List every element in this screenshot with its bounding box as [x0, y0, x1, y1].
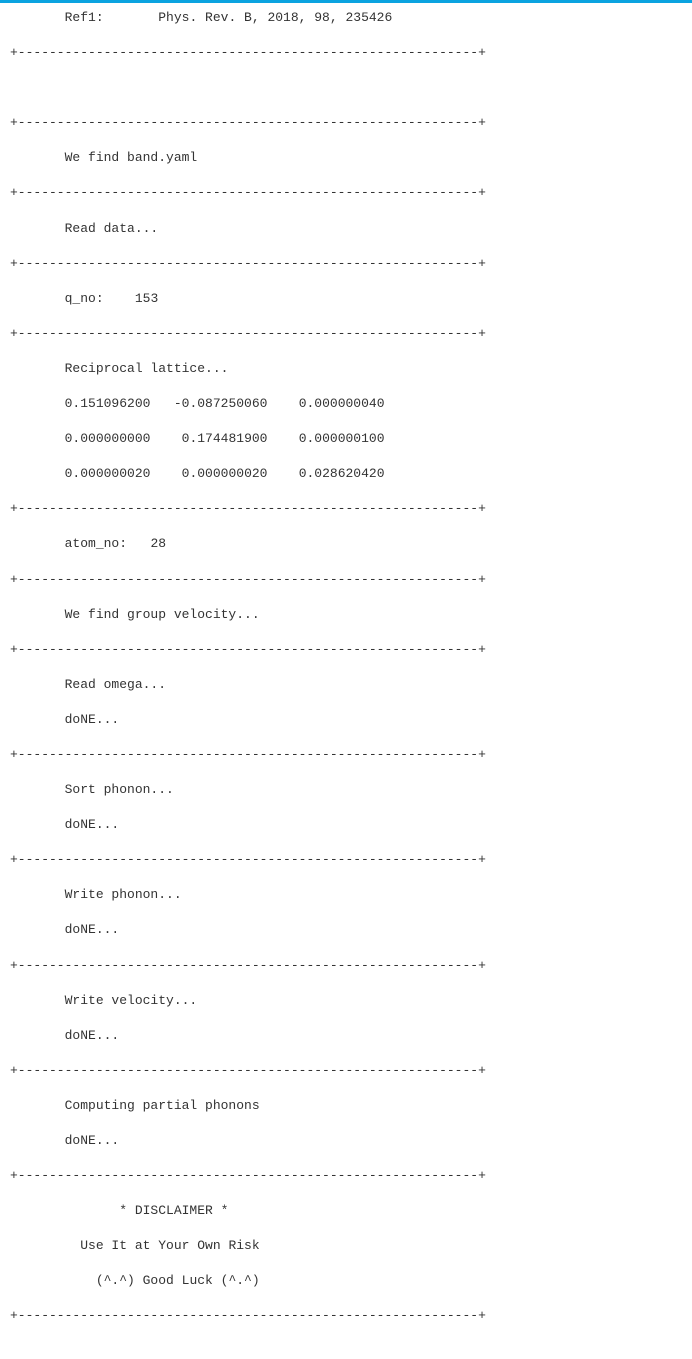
find-band-line: We find band.yaml — [10, 149, 682, 167]
write-velocity-line: Write velocity... — [10, 992, 682, 1010]
done-line: doNE... — [10, 1132, 682, 1150]
ref-label: Ref1: — [65, 10, 104, 25]
sort-phonon-line: Sort phonon... — [10, 781, 682, 799]
recip-row-1: 0.000000000 0.174481900 0.000000100 — [10, 430, 682, 448]
divider: +---------------------------------------… — [10, 44, 682, 62]
divider: +---------------------------------------… — [10, 1307, 682, 1325]
done-line: doNE... — [10, 711, 682, 729]
divider: +---------------------------------------… — [10, 1167, 682, 1185]
disclaimer-line-1: Use It at Your Own Risk — [10, 1237, 682, 1255]
done-line: doNE... — [10, 1027, 682, 1045]
divider: +---------------------------------------… — [10, 641, 682, 659]
divider: +---------------------------------------… — [10, 571, 682, 589]
ref-line: Ref1: Phys. Rev. B, 2018, 98, 235426 — [10, 9, 682, 27]
done-line: doNE... — [10, 921, 682, 939]
divider: +---------------------------------------… — [10, 500, 682, 518]
divider: +---------------------------------------… — [10, 325, 682, 343]
ref-citation: Phys. Rev. B, 2018, 98, 235426 — [158, 10, 392, 25]
atom-no-line: atom_no: 28 — [10, 535, 682, 553]
compute-partial-line: Computing partial phonons — [10, 1097, 682, 1115]
divider: +---------------------------------------… — [10, 1062, 682, 1080]
blank — [10, 79, 682, 97]
recip-title-line: Reciprocal lattice... — [10, 360, 682, 378]
group-vel-line: We find group velocity... — [10, 606, 682, 624]
write-phonon-line: Write phonon... — [10, 886, 682, 904]
disclaimer-title-line: * DISCLAIMER * — [10, 1202, 682, 1220]
terminal-output: Ref1: Phys. Rev. B, 2018, 98, 235426 +--… — [0, 3, 692, 1359]
read-data-line: Read data... — [10, 220, 682, 238]
recip-row-0: 0.151096200 -0.087250060 0.000000040 — [10, 395, 682, 413]
divider: +---------------------------------------… — [10, 957, 682, 975]
q-no-line: q_no: 153 — [10, 290, 682, 308]
divider: +---------------------------------------… — [10, 114, 682, 132]
read-omega-line: Read omega... — [10, 676, 682, 694]
divider: +---------------------------------------… — [10, 746, 682, 764]
divider: +---------------------------------------… — [10, 184, 682, 202]
disclaimer-line-2: (^.^) Good Luck (^.^) — [10, 1272, 682, 1290]
divider: +---------------------------------------… — [10, 255, 682, 273]
recip-row-2: 0.000000020 0.000000020 0.028620420 — [10, 465, 682, 483]
done-line: doNE... — [10, 816, 682, 834]
divider: +---------------------------------------… — [10, 851, 682, 869]
